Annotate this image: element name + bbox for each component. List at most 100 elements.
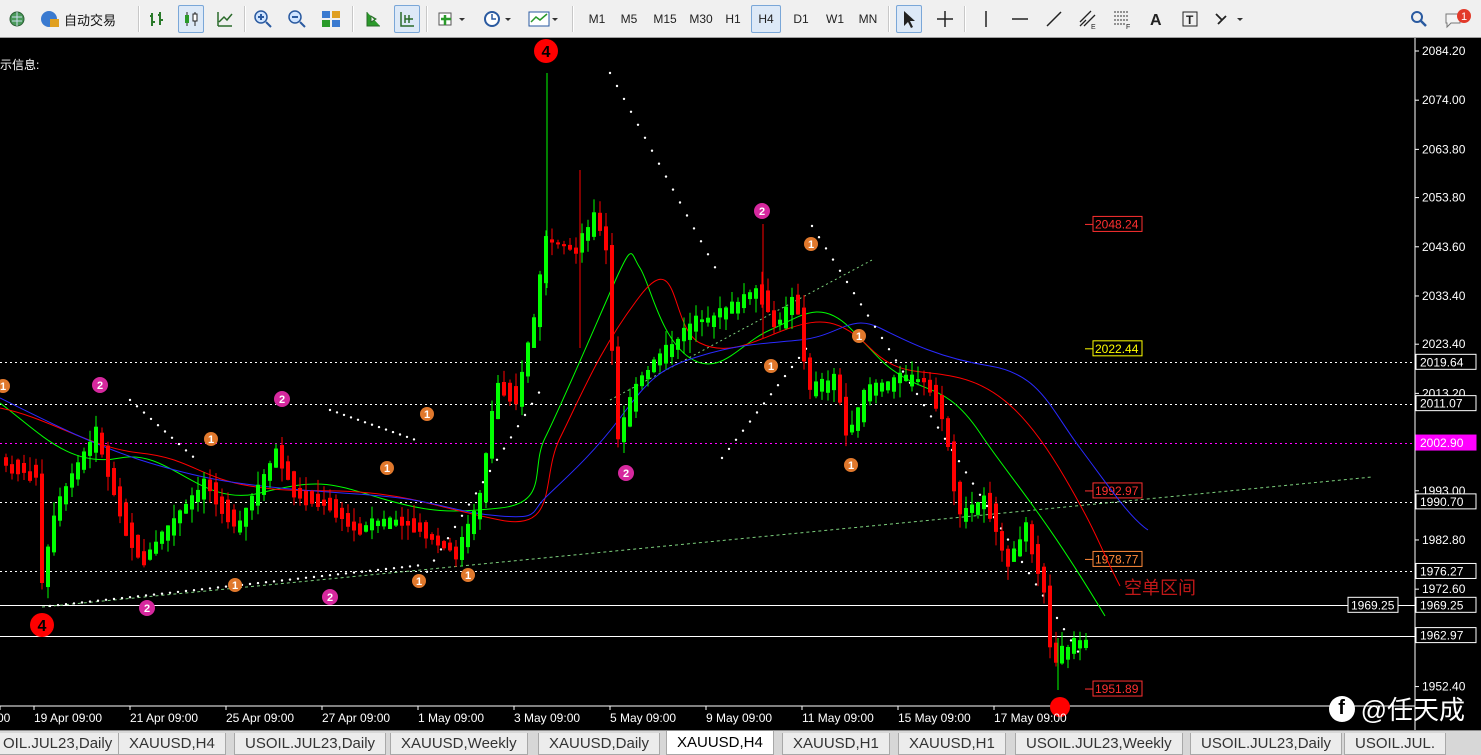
candle-body — [1018, 539, 1022, 557]
timeframe-m1[interactable]: M1 — [582, 5, 612, 33]
timeframe-h4[interactable]: H4 — [751, 5, 781, 33]
candlestick-icon[interactable] — [178, 5, 204, 33]
sar-dot — [845, 280, 849, 284]
candle-body — [1054, 642, 1058, 663]
sar-dot — [734, 438, 738, 441]
chart-shift-icon[interactable] — [360, 5, 386, 33]
sar-dot — [530, 402, 534, 405]
autoscroll-icon[interactable] — [394, 5, 420, 33]
sar-dot — [128, 398, 132, 402]
candle-body — [532, 317, 536, 348]
price-tick-label: 2063.80 — [1422, 142, 1466, 156]
timeframe-h1[interactable]: H1 — [718, 5, 748, 33]
sar-dot — [184, 449, 188, 452]
chart-tab[interactable]: XAUUSD,H4 — [666, 731, 774, 755]
candle-body — [958, 481, 962, 515]
candle-body — [988, 492, 992, 519]
candle-body — [460, 537, 464, 560]
wave-label: 2 — [327, 592, 333, 604]
sar-dot — [727, 447, 731, 451]
notifications-icon[interactable]: 1 — [1440, 5, 1474, 33]
timeframe-m30[interactable]: M30 — [684, 5, 718, 33]
candle-body — [22, 462, 26, 473]
sar-dot — [978, 493, 982, 496]
candle-body — [868, 384, 872, 402]
candle-body — [682, 327, 686, 342]
time-label: 5 May 09:00 — [610, 711, 676, 725]
chart-tab[interactable]: OIL.JUL23,Daily — [0, 733, 124, 755]
crosshair-icon[interactable] — [932, 5, 958, 33]
sar-dot — [776, 384, 780, 387]
horizontal-line-icon[interactable] — [1007, 5, 1033, 33]
search-icon[interactable] — [1406, 5, 1432, 33]
sar-dot — [80, 601, 84, 604]
candle-body — [268, 463, 272, 481]
chart-tab[interactable]: XAUUSD,H1 — [782, 733, 890, 755]
candle-body — [298, 487, 302, 499]
candle-body — [646, 369, 650, 380]
sar-dot — [1076, 650, 1080, 653]
timeframe-m5[interactable]: M5 — [614, 5, 644, 33]
templates-icon[interactable] — [526, 5, 562, 33]
sar-dot — [866, 314, 870, 317]
cursor-icon[interactable] — [896, 5, 922, 33]
price-tick-label: 2043.60 — [1422, 240, 1466, 254]
add-indicator-icon[interactable] — [434, 5, 470, 33]
wave-label: 1 — [232, 580, 238, 592]
autotrade-button[interactable]: 自动交易 — [34, 5, 120, 33]
candle-body — [208, 479, 212, 492]
fibonacci-icon[interactable]: F — [1109, 5, 1135, 33]
chart-canvas[interactable]: 2084.20 2074.00 2063.80 2053.80 2043.60 2033.… — [0, 38, 1481, 730]
sar-dot — [817, 236, 821, 239]
candle-body — [766, 290, 770, 313]
tile-windows-icon[interactable] — [318, 5, 344, 33]
bar-chart-icon[interactable] — [144, 5, 170, 33]
autotrade-icon — [41, 11, 59, 27]
timeframe-m15[interactable]: M15 — [648, 5, 682, 33]
level-price-label: 2011.07 — [1420, 397, 1463, 411]
facebook-icon: f — [1328, 695, 1355, 722]
sar-dot — [256, 581, 260, 585]
svg-text:E: E — [1091, 24, 1096, 29]
candle-body — [778, 319, 782, 325]
candle-body — [934, 384, 938, 409]
candle-body — [598, 212, 602, 231]
chart-tab[interactable]: USOIL.JUL. — [1344, 733, 1447, 755]
trendline-icon[interactable] — [1041, 5, 1067, 33]
timeframe-d1[interactable]: D1 — [786, 5, 816, 33]
price-chart[interactable]: 2084.20 2074.00 2063.80 2053.80 2043.60 2033.… — [0, 38, 1481, 730]
sar-dot — [112, 597, 116, 601]
line-chart-icon[interactable] — [212, 5, 238, 33]
chart-tab[interactable]: USOIL.JUL23,Daily — [1190, 733, 1343, 755]
text-label-icon[interactable]: T — [1177, 5, 1203, 33]
sar-dot — [392, 567, 396, 570]
sar-dot — [168, 591, 172, 594]
globe-icon[interactable] — [4, 5, 30, 33]
chart-tab[interactable]: USOIL.JUL23,Weekly — [1015, 733, 1183, 755]
candle-body — [10, 464, 14, 474]
candle-body — [940, 394, 944, 420]
shapes-icon[interactable] — [1211, 5, 1247, 33]
time-label: 15 May 09:00 — [898, 711, 971, 725]
candle-body — [496, 382, 500, 420]
target-level-label: 2048.24 — [1095, 217, 1139, 231]
periods-icon[interactable] — [480, 5, 516, 33]
chart-tab[interactable]: XAUUSD,Daily — [538, 733, 661, 755]
candle-body — [748, 292, 752, 300]
chart-tab[interactable]: XAUUSD,H4 — [118, 733, 226, 755]
candle-body — [16, 459, 20, 475]
level-price-label: 1962.97 — [1420, 629, 1464, 643]
chart-tab[interactable]: USOIL.JUL23,Daily — [234, 733, 387, 755]
sar-dot — [474, 492, 478, 495]
candle-body — [922, 377, 926, 383]
timeframe-w1[interactable]: W1 — [820, 5, 850, 33]
zoom-out-icon[interactable] — [284, 5, 310, 33]
timeframe-mn[interactable]: MN — [853, 5, 883, 33]
channel-icon[interactable]: E — [1075, 5, 1101, 33]
chart-tab[interactable]: XAUUSD,H1 — [898, 733, 1006, 755]
sar-dot — [304, 576, 308, 579]
vertical-line-icon[interactable] — [973, 5, 999, 33]
zoom-in-icon[interactable] — [250, 5, 276, 33]
text-icon[interactable]: A — [1143, 5, 1169, 33]
chart-tab[interactable]: XAUUSD,Weekly — [390, 733, 528, 755]
